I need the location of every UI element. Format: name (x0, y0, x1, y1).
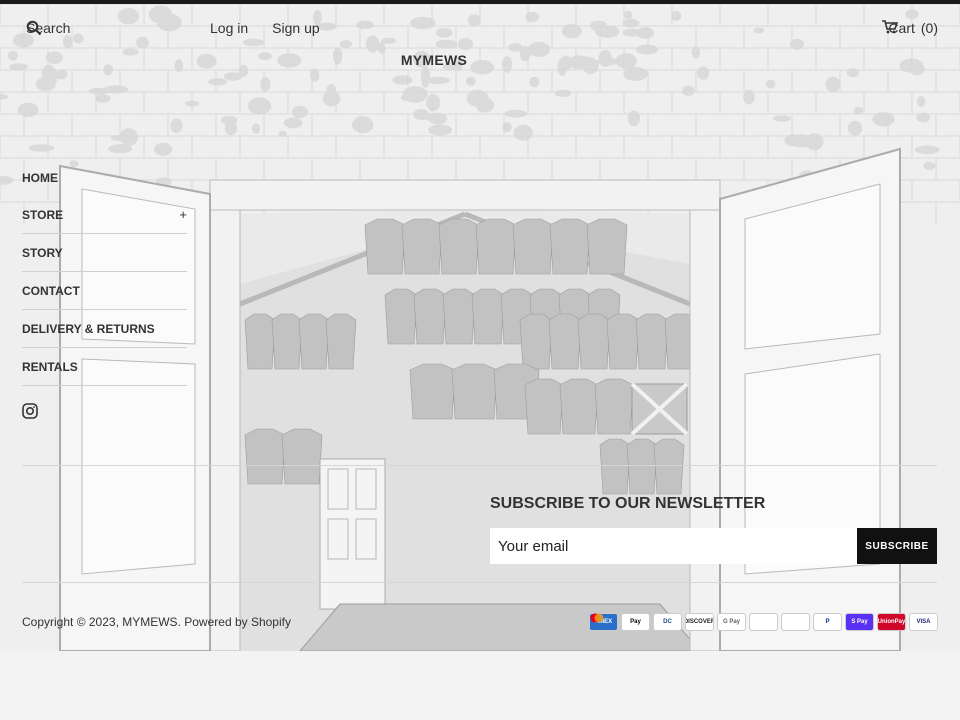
payment-icon-7: P (813, 613, 842, 631)
cart-count[interactable]: (0) (921, 20, 938, 36)
nav-item-label[interactable]: STORY (22, 246, 63, 260)
payment-icon-4: G Pay (717, 613, 746, 631)
payment-icons: AMEX Pay DC DISCOVER G Pay P S Pay UnionPay VISA (589, 613, 938, 631)
hero-background: Log in Sign up Cart (0) MYMEWS HOME STORE… (0, 4, 960, 651)
payment-icon-3: DISCOVER (685, 613, 714, 631)
brand-link[interactable]: MYMEWS (122, 615, 177, 629)
site-logo[interactable]: MYMEWS (0, 52, 868, 68)
copyright: Copyright © 2023, MYMEWS. Powered by Sho… (22, 615, 291, 629)
payment-name: DC (663, 619, 672, 625)
sidebar-nav: HOME STORE + STORY CONTACT DELIVERY & RETURNS… (22, 159, 187, 386)
payment-icon-9: UnionPay (877, 613, 906, 631)
search-input[interactable] (26, 20, 156, 36)
newsletter-form: SUBSCRIBE (490, 528, 937, 564)
nav-item-home[interactable]: HOME (22, 159, 187, 196)
payment-name: G Pay (722, 619, 740, 625)
nav-item-store[interactable]: STORE + (22, 196, 187, 234)
nav-item-label[interactable]: STORE (22, 208, 63, 222)
newsletter-email-input[interactable] (490, 528, 857, 564)
cart-link[interactable]: Cart (0) (882, 20, 938, 36)
payment-icon-5 (590, 613, 778, 631)
payment-name: DISCOVER (685, 619, 714, 625)
payment-icon-10: VISA (909, 613, 938, 631)
nav-item-rentals[interactable]: RENTALS (22, 348, 187, 386)
payment-name: S Pay (851, 619, 868, 625)
divider-top (22, 465, 937, 466)
nav-item-label[interactable]: CONTACT (22, 284, 80, 298)
divider-bottom (22, 582, 937, 583)
payment-icon-6 (590, 613, 810, 631)
payment-name: UnionPay (877, 619, 906, 625)
powered-by-link[interactable]: Powered by Shopify (184, 615, 291, 629)
header-search[interactable] (26, 20, 156, 36)
search-icon[interactable] (26, 20, 42, 36)
expand-toggle[interactable]: + (179, 207, 187, 222)
nav-item-label[interactable]: RENTALS (22, 360, 78, 374)
nav-item-label[interactable]: HOME (22, 171, 58, 185)
payment-name: VISA (916, 619, 931, 625)
nav-item-contact[interactable]: CONTACT (22, 272, 187, 310)
subscribe-button[interactable]: SUBSCRIBE (857, 528, 937, 564)
nav-item-label[interactable]: DELIVERY & RETURNS (22, 322, 155, 336)
nav-item-delivery-returns[interactable]: DELIVERY & RETURNS (22, 310, 187, 348)
login-link[interactable]: Log in (210, 20, 248, 36)
instagram-icon[interactable] (22, 403, 38, 419)
newsletter-title: SUBSCRIBE TO OUR NEWSLETTER (490, 495, 766, 512)
nav-item-story[interactable]: STORY (22, 234, 187, 272)
copyright-prefix: Copyright © 2023, (22, 615, 123, 629)
signup-link[interactable]: Sign up (272, 20, 319, 36)
payment-icon-8: S Pay (845, 613, 874, 631)
payment-name: P (825, 619, 830, 625)
payment-icon-1: Pay (621, 613, 650, 631)
account-links: Log in Sign up (210, 20, 320, 36)
cart-icon[interactable] (882, 20, 899, 34)
page-bottom-blank (0, 651, 960, 720)
payment-icon-2: DC (653, 613, 682, 631)
payment-name: Pay (630, 619, 641, 625)
